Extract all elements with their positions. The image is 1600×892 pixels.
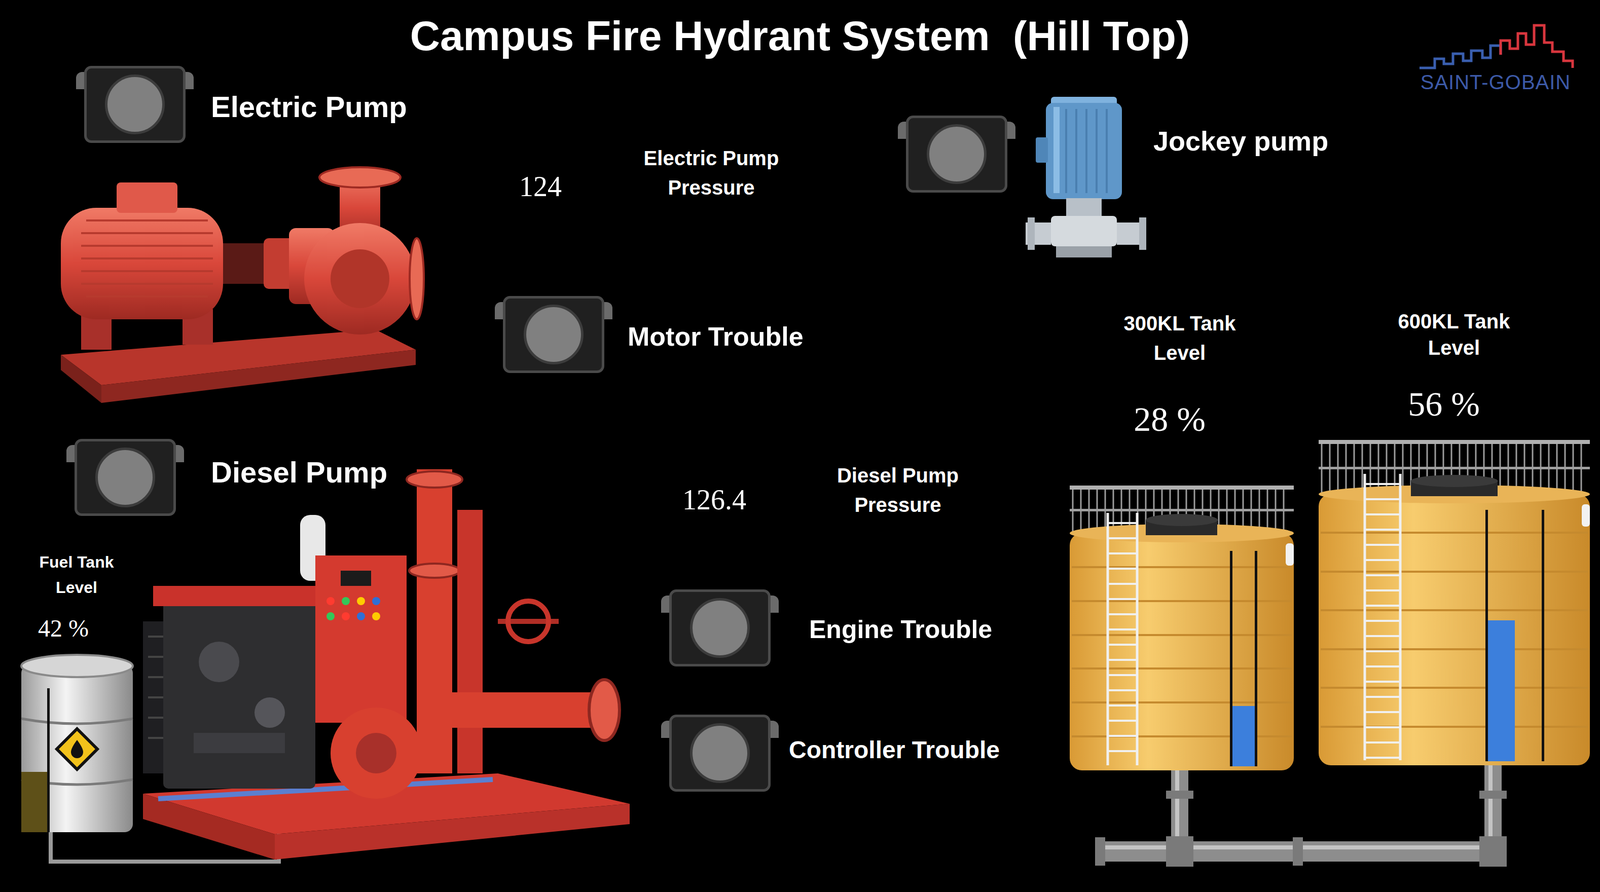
tank-level-reading: 56 % bbox=[1342, 386, 1546, 422]
tank-level-fill bbox=[1232, 706, 1255, 767]
fuel-barrel bbox=[18, 652, 136, 841]
pressure-label: Diesel PumpPressure bbox=[796, 460, 1000, 520]
indicator-lamp bbox=[523, 304, 584, 365]
diesel-pump-picture bbox=[142, 469, 630, 860]
fuel-level-track bbox=[21, 688, 50, 833]
indicator-lamp bbox=[689, 598, 750, 659]
label-line: Fuel Tank bbox=[39, 549, 115, 575]
indicator-lamp bbox=[926, 124, 987, 185]
indicator-label: Diesel Pump bbox=[210, 457, 388, 488]
label-line: Electric Pump bbox=[643, 143, 780, 173]
indicator-label: Controller Trouble bbox=[788, 738, 1000, 763]
indicator-light bbox=[661, 589, 779, 667]
label-line: Level bbox=[1153, 338, 1206, 368]
label-line: Diesel Pump bbox=[837, 460, 959, 491]
electric-pump-picture bbox=[50, 162, 426, 426]
pressure-value: 124 bbox=[489, 172, 592, 201]
tank-pipes bbox=[1089, 760, 1511, 872]
logo-text: SAINT-GOBAIN bbox=[1420, 71, 1572, 93]
indicator-light bbox=[897, 115, 1016, 193]
indicator-lamp bbox=[95, 447, 156, 508]
indicator-body bbox=[502, 296, 605, 374]
indicator-lamp bbox=[689, 723, 750, 784]
indicator-lamp bbox=[104, 74, 165, 135]
fuel-tank-label: Fuel TankLevel bbox=[15, 549, 138, 601]
fuel-tank-reading: 42 % bbox=[12, 616, 115, 641]
tank-level-label: 300KL TankLevel bbox=[1078, 308, 1282, 368]
indicator-label: Motor Trouble bbox=[627, 323, 804, 350]
indicator-light bbox=[66, 439, 185, 517]
indicator-body bbox=[84, 65, 186, 143]
indicator-light bbox=[76, 65, 194, 143]
saint-gobain-logo: SAINT-GOBAIN bbox=[1404, 22, 1587, 93]
indicator-body bbox=[669, 589, 771, 667]
indicator-body bbox=[669, 714, 771, 792]
jockey-pump-picture bbox=[1025, 96, 1149, 261]
label-line: Level bbox=[55, 574, 98, 601]
indicator-body bbox=[905, 115, 1008, 193]
water-tank bbox=[1318, 439, 1590, 766]
indicator-body bbox=[74, 439, 176, 517]
indicator-label: Electric Pump bbox=[210, 92, 408, 122]
indicator-label: Engine Trouble bbox=[809, 616, 993, 643]
hmi-screen: Campus Fire Hydrant System (Hill Top) SAI… bbox=[0, 0, 1600, 892]
tank-level-reading: 28 % bbox=[1068, 402, 1271, 437]
label-line: Pressure bbox=[854, 490, 941, 520]
water-tank bbox=[1069, 484, 1294, 771]
page-title: Campus Fire Hydrant System (Hill Top) bbox=[293, 15, 1307, 57]
label-line: Pressure bbox=[667, 172, 755, 203]
indicator-light bbox=[494, 296, 613, 374]
tank-level-track bbox=[1229, 551, 1258, 767]
tank-level-label: 600KL TankLevel bbox=[1352, 308, 1556, 361]
label-line: Level bbox=[1428, 334, 1480, 361]
label-line: 300KL Tank bbox=[1123, 308, 1236, 339]
fuel-level-fill bbox=[21, 772, 48, 833]
label-line: 600KL Tank bbox=[1398, 308, 1511, 335]
tank-level-track bbox=[1485, 510, 1545, 762]
indicator-light bbox=[661, 714, 779, 792]
indicator-label: Jockey pump bbox=[1153, 127, 1329, 155]
pressure-label: Electric PumpPressure bbox=[609, 143, 813, 203]
pressure-value: 126.4 bbox=[663, 485, 766, 515]
skyline-icon bbox=[1414, 22, 1577, 71]
tank-level-fill bbox=[1487, 620, 1515, 762]
